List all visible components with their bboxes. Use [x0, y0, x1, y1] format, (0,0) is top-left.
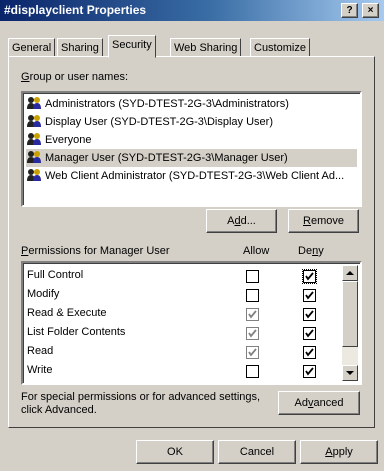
permission-name: Write — [27, 364, 53, 376]
advanced-text: For special permissions or for advanced … — [21, 391, 261, 416]
window-title: #displayclient Properties — [4, 3, 147, 17]
allow-checkbox[interactable] — [246, 270, 259, 283]
permission-row: Modify — [27, 286, 342, 305]
tab-customize[interactable]: Customize — [250, 38, 310, 58]
list-item-label: Administrators (SYD-DTEST-2G-3\Administr… — [45, 98, 289, 110]
list-item[interactable]: Web Client Administrator (SYD-DTEST-2G-3… — [26, 167, 344, 185]
list-item[interactable]: Display User (SYD-DTEST-2G-3\Display Use… — [26, 113, 273, 131]
allow-header: Allow — [243, 245, 270, 257]
cancel-button[interactable]: Cancel — [218, 440, 296, 464]
deny-header: Deny — [298, 245, 324, 257]
allow-checkbox[interactable] — [246, 365, 259, 378]
group-listbox[interactable]: Administrators (SYD-DTEST-2G-3\Administr… — [21, 91, 362, 207]
permissions-scrollbar[interactable] — [342, 265, 358, 381]
users-group-icon — [27, 169, 41, 181]
security-panel: Group or user names: Administrators (SYD… — [8, 56, 375, 428]
deny-checkbox[interactable] — [303, 365, 316, 378]
add-button[interactable]: Add... — [206, 209, 277, 233]
permission-name: Modify — [27, 288, 60, 300]
tab-sharing[interactable]: Sharing — [57, 38, 103, 58]
ok-button[interactable]: OK — [136, 440, 214, 464]
permission-name: Read & Execute — [27, 307, 107, 319]
permissions-label: Permissions for Manager User — [21, 245, 170, 257]
allow-checkbox[interactable] — [246, 308, 259, 321]
users-group-icon — [27, 151, 41, 163]
help-button[interactable]: ? — [341, 3, 358, 18]
scroll-up-button[interactable] — [342, 265, 358, 281]
users-group-icon — [27, 97, 41, 109]
permission-row: List Folder Contents — [27, 324, 342, 343]
arrow-up-icon — [346, 271, 354, 275]
users-group-icon — [27, 133, 41, 145]
list-item-label: Everyone — [45, 134, 92, 146]
apply-button[interactable]: Apply — [300, 440, 378, 464]
list-item-label: Web Client Administrator (SYD-DTEST-2G-3… — [45, 170, 345, 182]
title-bar[interactable]: #displayclient Properties ? × — [0, 0, 384, 21]
list-item-label: Manager User (SYD-DTEST-2G-3\Manager Use… — [45, 152, 288, 164]
allow-checkbox[interactable] — [246, 289, 259, 302]
permission-row: Write — [27, 362, 342, 381]
permission-row: Full Control — [27, 267, 342, 286]
permission-row: Read & Execute — [27, 305, 342, 324]
permission-name: Read — [27, 345, 54, 357]
scroll-down-button[interactable] — [342, 365, 358, 381]
close-button[interactable]: × — [362, 3, 379, 18]
permission-name: Full Control — [27, 269, 84, 281]
group-label: Group or user names: — [21, 71, 128, 83]
tab-web-sharing[interactable]: Web Sharing — [170, 38, 242, 58]
permissions-list[interactable]: Full Control Modify Read & Execute List Fol… — [21, 261, 362, 385]
list-item[interactable]: Administrators (SYD-DTEST-2G-3\Administr… — [26, 95, 289, 113]
allow-checkbox[interactable] — [246, 346, 259, 359]
tab-general[interactable]: General — [8, 38, 56, 58]
users-group-icon — [27, 115, 41, 127]
deny-checkbox[interactable] — [303, 289, 316, 302]
remove-button[interactable]: Remove — [288, 209, 359, 233]
advanced-button[interactable]: Advanced — [278, 391, 360, 415]
list-item-selected[interactable]: Manager User (SYD-DTEST-2G-3\Manager Use… — [26, 149, 357, 167]
permission-row: Read — [27, 343, 342, 362]
allow-checkbox[interactable] — [246, 327, 259, 340]
arrow-down-icon — [346, 371, 354, 375]
scroll-thumb[interactable] — [342, 281, 358, 347]
deny-checkbox[interactable] — [302, 269, 317, 284]
deny-checkbox[interactable] — [303, 327, 316, 340]
deny-checkbox[interactable] — [303, 308, 316, 321]
tab-security[interactable]: Security — [108, 35, 156, 58]
list-item-label: Display User (SYD-DTEST-2G-3\Display Use… — [45, 116, 273, 128]
permission-name: List Folder Contents — [27, 326, 126, 338]
list-item[interactable]: Everyone — [26, 131, 91, 149]
deny-checkbox[interactable] — [303, 346, 316, 359]
